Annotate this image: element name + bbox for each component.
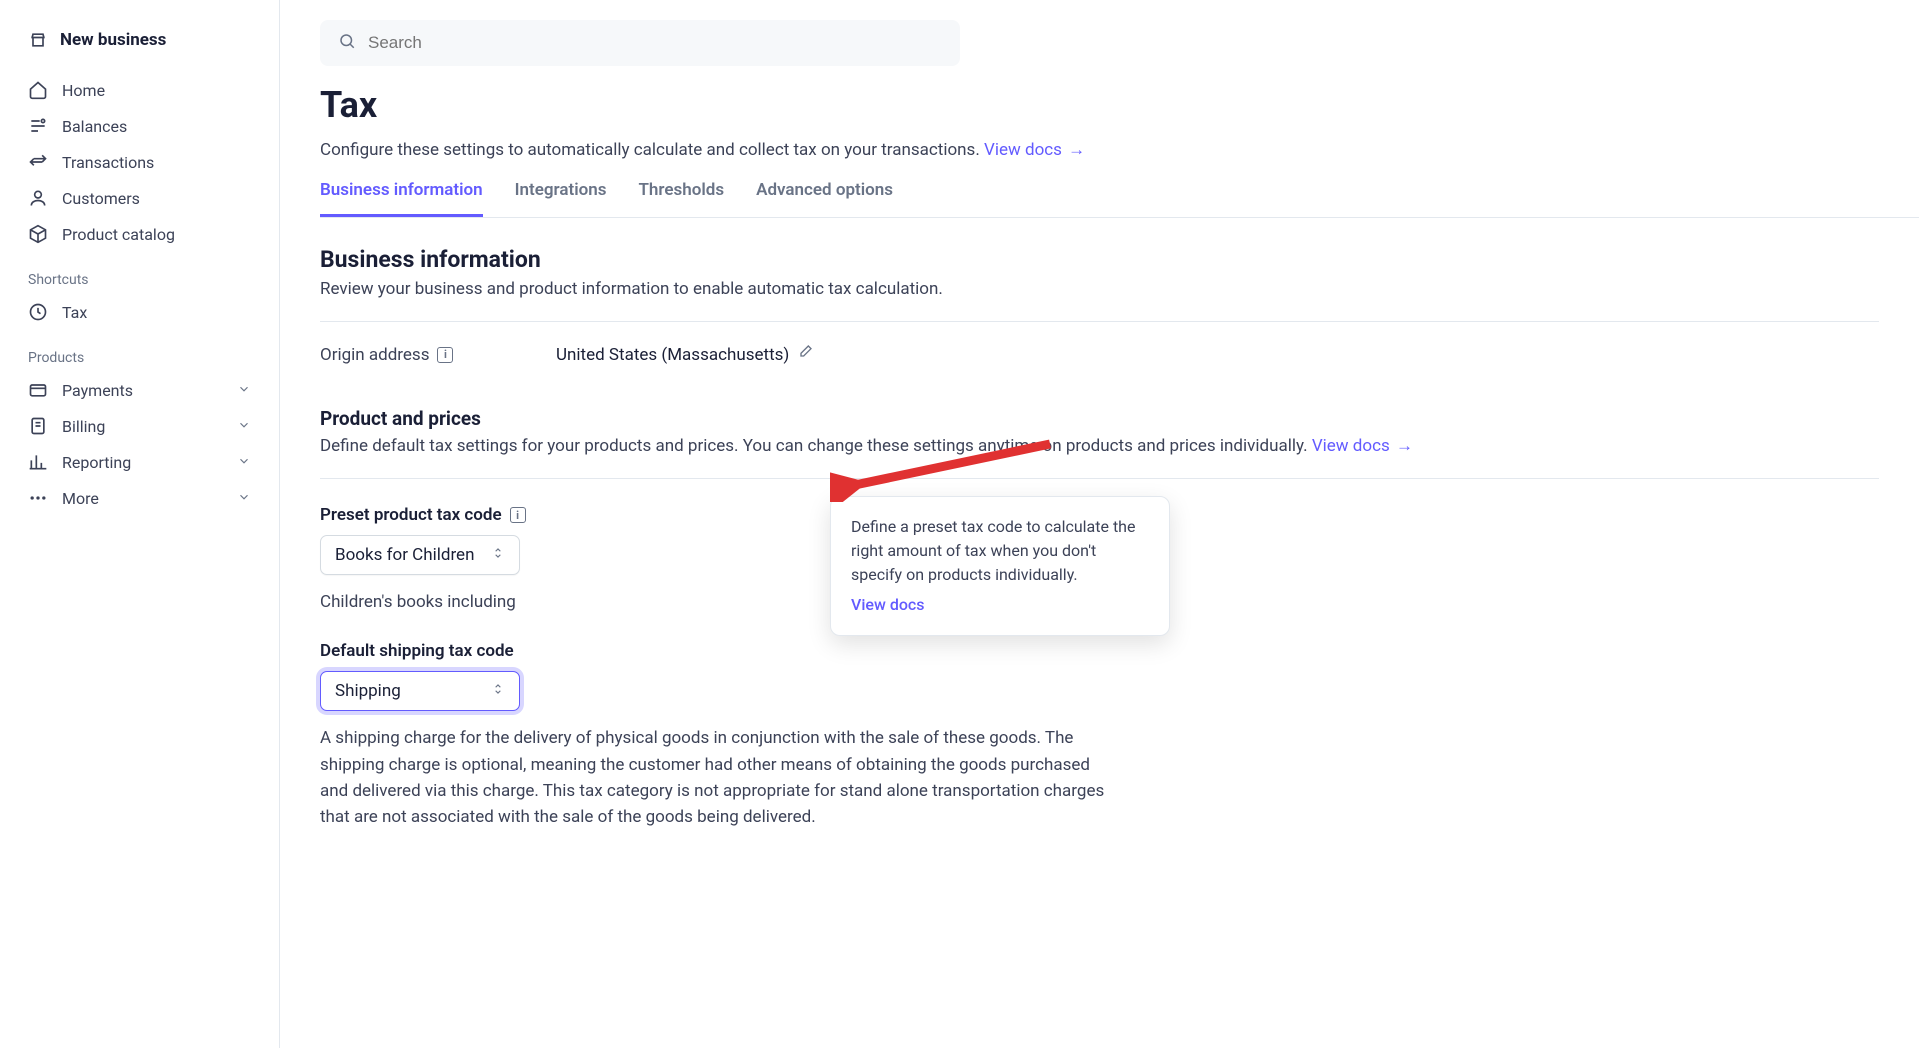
sidebar-item-label: Reporting — [62, 453, 223, 472]
page-title: Tax — [320, 84, 1919, 126]
chevron-updown-icon — [491, 681, 505, 701]
tab-advanced-options[interactable]: Advanced options — [756, 180, 893, 217]
sidebar-item-label: Payments — [62, 381, 223, 400]
billing-icon — [28, 416, 48, 436]
shortcuts-heading: Shortcuts — [0, 252, 279, 294]
sidebar-item-product-catalog[interactable]: Product catalog — [0, 216, 279, 252]
sidebar-item-transactions[interactable]: Transactions — [0, 144, 279, 180]
page-description: Configure these settings to automaticall… — [320, 140, 1919, 160]
subsection-heading: Product and prices — [320, 407, 1879, 430]
balances-icon — [28, 116, 48, 136]
arrow-right-icon: → — [1068, 140, 1085, 160]
view-docs-link[interactable]: View docs → — [1312, 436, 1413, 456]
sidebar-item-home[interactable]: Home — [0, 72, 279, 108]
edit-icon[interactable] — [797, 344, 813, 365]
chevron-down-icon — [237, 453, 251, 472]
customers-icon — [28, 188, 48, 208]
tab-thresholds[interactable]: Thresholds — [638, 180, 724, 217]
tooltip-popover: Define a preset tax code to calculate th… — [830, 496, 1170, 636]
preset-tax-code-select[interactable]: Books for Children — [320, 535, 520, 575]
chevron-down-icon — [237, 417, 251, 436]
tooltip-text: Define a preset tax code to calculate th… — [851, 517, 1135, 584]
sidebar-item-payments[interactable]: Payments — [0, 372, 279, 408]
home-icon — [28, 80, 48, 100]
origin-address-label: Origin address i — [320, 345, 540, 365]
tab-integrations[interactable]: Integrations — [515, 180, 607, 217]
sidebar-item-label: Product catalog — [62, 225, 251, 244]
divider — [320, 321, 1879, 322]
products-heading: Products — [0, 330, 279, 372]
sidebar-item-label: Billing — [62, 417, 223, 436]
sidebar-item-label: More — [62, 489, 223, 508]
section-heading: Business information — [320, 246, 1879, 273]
arrow-right-icon: → — [1396, 436, 1413, 456]
main-content: Tax Configure these settings to automati… — [280, 0, 1919, 1048]
chevron-down-icon — [237, 489, 251, 508]
more-icon — [28, 488, 48, 508]
sidebar-item-more[interactable]: More — [0, 480, 279, 516]
info-icon[interactable]: i — [437, 347, 453, 363]
store-icon — [28, 30, 48, 50]
tooltip-view-docs-link[interactable]: View docs — [851, 593, 1149, 617]
divider — [320, 478, 1879, 479]
business-name: New business — [60, 30, 166, 50]
sidebar-item-label: Customers — [62, 189, 251, 208]
sidebar-item-balances[interactable]: Balances — [0, 108, 279, 144]
sidebar-item-tax[interactable]: Tax — [0, 294, 279, 330]
sidebar-item-customers[interactable]: Customers — [0, 180, 279, 216]
shipping-tax-code-label: Default shipping tax code — [320, 641, 1879, 661]
subsection-description: Define default tax settings for your pro… — [320, 436, 1879, 456]
search-icon — [338, 32, 356, 54]
transactions-icon — [28, 152, 48, 172]
sidebar-item-reporting[interactable]: Reporting — [0, 444, 279, 480]
sidebar-item-billing[interactable]: Billing — [0, 408, 279, 444]
view-docs-link[interactable]: View docs → — [984, 140, 1085, 160]
origin-address-value: United States (Massachusetts) — [556, 344, 813, 365]
sidebar-item-label: Home — [62, 81, 251, 100]
tab-business-information[interactable]: Business information — [320, 180, 483, 217]
info-icon[interactable]: i — [510, 507, 526, 523]
business-switcher[interactable]: New business — [0, 20, 279, 72]
chevron-updown-icon — [491, 545, 505, 565]
sidebar-item-label: Balances — [62, 117, 251, 136]
wallet-icon — [28, 380, 48, 400]
sidebar-item-label: Tax — [62, 303, 251, 322]
shipping-tax-code-select[interactable]: Shipping — [320, 671, 520, 711]
search-bar[interactable] — [320, 20, 960, 66]
origin-address-row: Origin address i United States (Massachu… — [320, 344, 1879, 365]
sidebar-item-label: Transactions — [62, 153, 251, 172]
sidebar: New business Home Balances Transactions … — [0, 0, 280, 1048]
search-input[interactable] — [368, 33, 942, 53]
clock-icon — [28, 302, 48, 322]
shipping-help-text: A shipping charge for the delivery of ph… — [320, 725, 1120, 830]
tabs: Business information Integrations Thresh… — [320, 180, 1919, 218]
section-description: Review your business and product informa… — [320, 279, 1879, 299]
box-icon — [28, 224, 48, 244]
chart-icon — [28, 452, 48, 472]
chevron-down-icon — [237, 381, 251, 400]
